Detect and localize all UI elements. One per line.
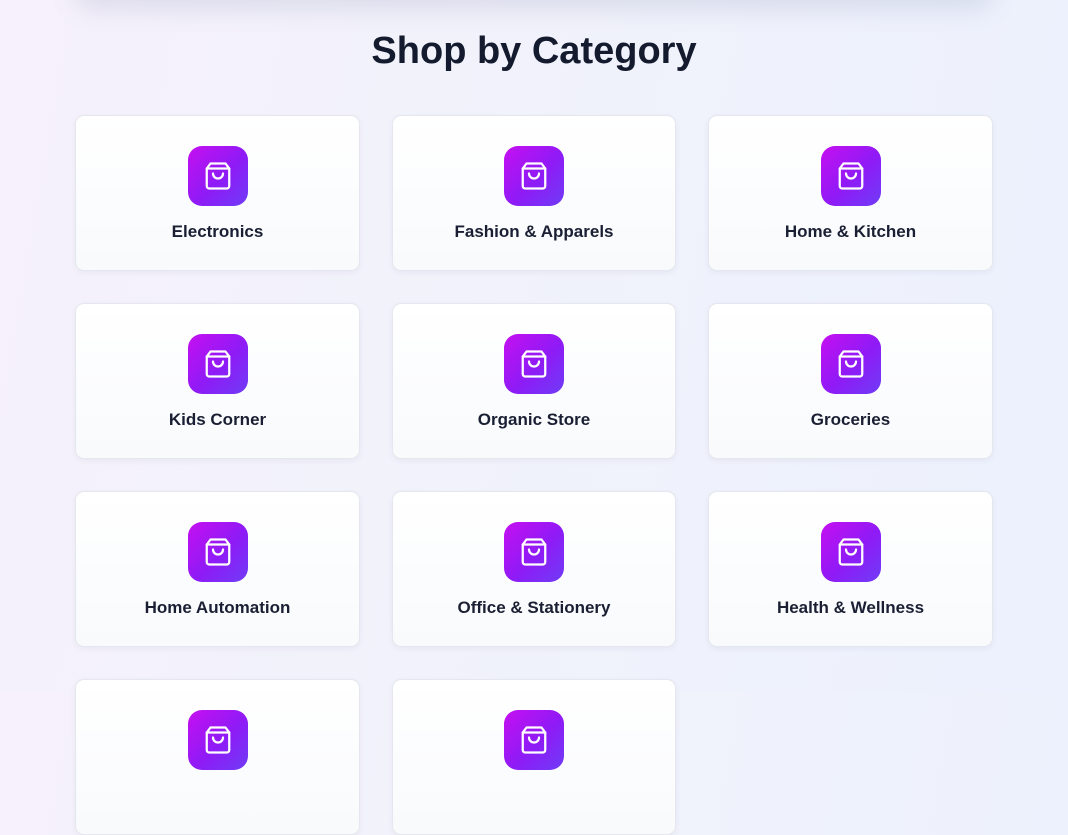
category-card-partial-2[interactable] [392,679,676,835]
category-label: Fashion & Apparels [454,222,614,241]
category-card-electronics[interactable]: Electronics [75,115,360,271]
shopping-bag-icon [820,334,881,394]
category-card-kids-corner[interactable]: Kids Corner [75,303,360,459]
category-card-fashion-apparels[interactable]: Fashion & Apparels [392,115,676,271]
category-label: Home & Kitchen [784,222,917,241]
category-card-groceries[interactable]: Groceries [708,303,993,459]
category-card-office-stationery[interactable]: Office & Stationery [392,491,676,647]
category-grid: Electronics Fashion & Apparels Home & Ki… [75,115,993,835]
category-label: Home Automation [144,598,291,617]
section-title: Shop by Category [371,30,697,72]
category-card-health-wellness[interactable]: Health & Wellness [708,491,993,647]
category-label: Health & Wellness [776,598,925,617]
shopping-bag-icon [187,710,248,770]
shopping-bag-icon [504,334,564,394]
category-card-home-kitchen[interactable]: Home & Kitchen [708,115,993,271]
shopping-bag-icon [820,522,881,582]
shopping-bag-icon [187,146,248,206]
category-card-organic-store[interactable]: Organic Store [392,303,676,459]
shopping-bag-icon [820,146,881,206]
shopping-bag-icon [187,334,248,394]
shopping-bag-icon [504,522,564,582]
category-label: Kids Corner [168,410,267,429]
shopping-bag-icon [504,146,564,206]
shopping-bag-icon [504,710,564,770]
category-card-home-automation[interactable]: Home Automation [75,491,360,647]
category-label: Groceries [810,410,891,429]
category-card-partial-1[interactable] [75,679,360,835]
shopping-bag-icon [187,522,248,582]
category-label: Electronics [171,222,264,241]
category-label: Organic Store [477,410,591,429]
category-label: Office & Stationery [457,598,611,617]
